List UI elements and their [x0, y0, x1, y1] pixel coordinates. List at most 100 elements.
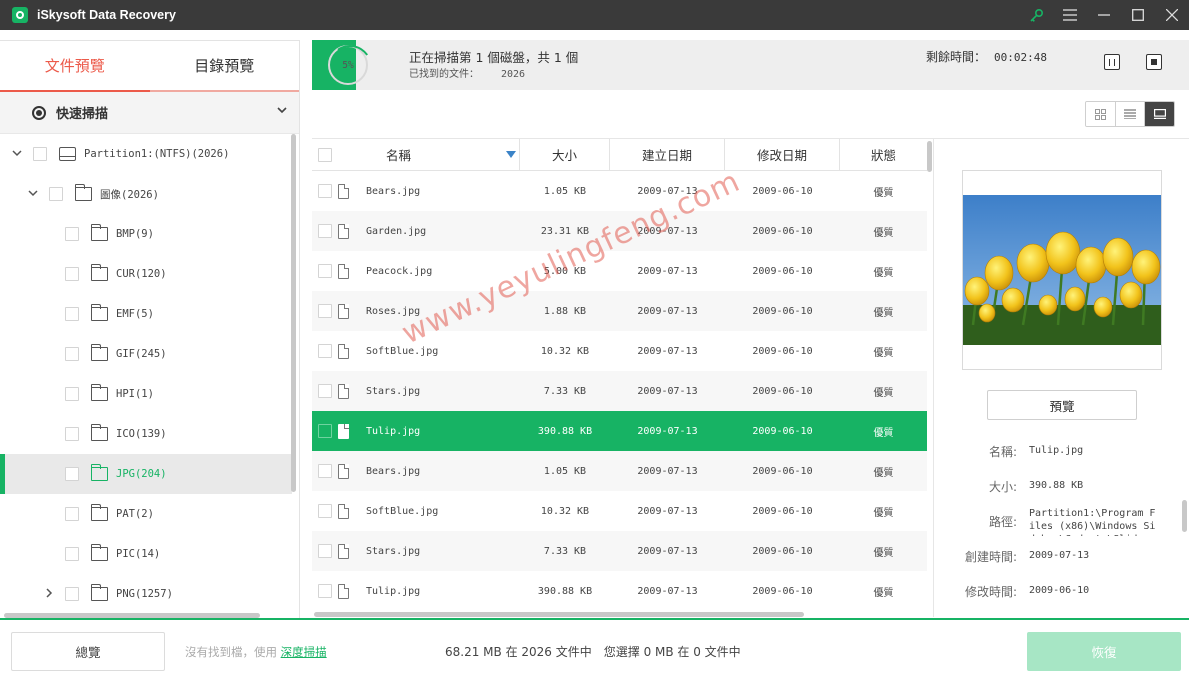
tree-item-checkbox[interactable] [65, 227, 79, 241]
row-checkbox[interactable] [318, 544, 332, 558]
tree-item[interactable]: HPI(1) [0, 374, 292, 414]
table-vertical-scrollbar[interactable] [927, 141, 932, 172]
found-files: 已找到的文件： 2026 [409, 65, 525, 80]
tree-item-checkbox[interactable] [65, 267, 79, 281]
tree-item[interactable]: PIC(14) [0, 534, 292, 574]
tree-item-label: PNG(1257) [116, 588, 173, 600]
detail-view-icon[interactable] [1145, 102, 1174, 126]
table-row[interactable]: Bears.jpg 1.05 KB 2009-07-13 2009-06-10 優質 [312, 171, 927, 211]
table-row[interactable]: Garden.jpg 23.31 KB 2009-07-13 2009-06-10 優質 [312, 211, 927, 251]
tree-item[interactable]: JPG(204) [0, 454, 292, 494]
file-name: Bears.jpg [366, 185, 421, 197]
scan-mode-icon [32, 105, 46, 120]
maximize-icon[interactable] [1121, 0, 1155, 30]
table-horizontal-scrollbar[interactable] [314, 612, 804, 617]
list-view-icon[interactable] [1115, 102, 1146, 126]
tree-item-checkbox[interactable] [49, 187, 63, 201]
tree-item[interactable]: Partition1:(NTFS)(2026) [0, 134, 292, 174]
folder-icon [91, 464, 108, 481]
tree-item-checkbox[interactable] [65, 467, 79, 481]
row-checkbox[interactable] [318, 424, 332, 438]
tree-item[interactable]: CUR(120) [0, 254, 292, 294]
folder-icon [91, 584, 108, 601]
row-checkbox-cell [312, 571, 338, 611]
bottom-bar: 總覽 沒有找到檔，使用 深度掃描 68.21 MB 在 2026 文件中 您選擇 … [0, 618, 1189, 681]
sort-desc-icon[interactable] [506, 150, 516, 158]
tree-item[interactable]: BMP(9) [0, 214, 292, 254]
recover-button[interactable]: 恢復 [1027, 632, 1181, 671]
tree-item-checkbox[interactable] [65, 387, 79, 401]
tree-item[interactable]: PAT(2) [0, 494, 292, 534]
tree-item[interactable]: 圖像(2026) [0, 174, 292, 214]
tree-item-checkbox[interactable] [65, 427, 79, 441]
scan-status-bar: 5% 正在掃描第 1 個磁盤，共 1 個 已找到的文件： 2026 剩餘時間： 00… [312, 40, 1189, 90]
tree-item-checkbox[interactable] [65, 307, 79, 321]
tree-item-checkbox[interactable] [65, 507, 79, 521]
table-row[interactable]: Stars.jpg 7.33 KB 2009-07-13 2009-06-10 優質 [312, 531, 927, 571]
table-row[interactable]: Bears.jpg 1.05 KB 2009-07-13 2009-06-10 優質 [312, 451, 927, 491]
row-checkbox[interactable] [318, 504, 332, 518]
column-created[interactable]: 建立日期 [610, 139, 725, 171]
view-mode-toggle [1085, 101, 1175, 127]
file-name: SoftBlue.jpg [366, 345, 439, 357]
tree-item[interactable]: GIF(245) [0, 334, 292, 374]
chevron-down-icon[interactable] [277, 104, 287, 119]
close-icon[interactable] [1155, 0, 1189, 30]
row-checkbox[interactable] [318, 304, 332, 318]
row-checkbox[interactable] [318, 264, 332, 278]
chevron-down-icon[interactable] [10, 148, 24, 161]
select-all-checkbox[interactable] [312, 139, 338, 171]
row-checkbox[interactable] [318, 184, 332, 198]
row-checkbox[interactable] [318, 384, 332, 398]
file-icon [338, 583, 349, 599]
tree-item-checkbox[interactable] [33, 147, 47, 161]
column-name[interactable]: 名稱 [338, 139, 520, 171]
table-row[interactable]: Roses.jpg 1.88 KB 2009-07-13 2009-06-10 優質 [312, 291, 927, 331]
deep-scan-link[interactable]: 深度掃描 [281, 645, 327, 659]
table-row[interactable]: SoftBlue.jpg 10.32 KB 2009-07-13 2009-06-10… [312, 331, 927, 371]
tab-file-preview[interactable]: 文件預覽 [0, 41, 150, 92]
row-checkbox[interactable] [318, 464, 332, 478]
table-row[interactable]: Tulip.jpg 390.88 KB 2009-07-13 2009-06-10 優質 [312, 411, 927, 451]
table-row[interactable]: Stars.jpg 7.33 KB 2009-07-13 2009-06-10 優質 [312, 371, 927, 411]
preview-button[interactable]: 預覽 [987, 390, 1137, 420]
key-icon[interactable] [1019, 0, 1053, 30]
preview-vertical-scrollbar[interactable] [1182, 500, 1187, 532]
column-status[interactable]: 狀態 [840, 139, 927, 171]
info-created-value: 2009-07-13 [1029, 550, 1090, 561]
row-checkbox-cell [312, 531, 338, 571]
info-name-value: Tulip.jpg [1029, 445, 1084, 456]
overview-button[interactable]: 總覽 [11, 632, 165, 671]
grid-view-icon[interactable] [1086, 102, 1116, 126]
column-modified[interactable]: 修改日期 [725, 139, 840, 171]
tab-directory-preview[interactable]: 目錄預覽 [150, 41, 300, 90]
row-checkbox[interactable] [318, 224, 332, 238]
file-status: 優質 [873, 507, 894, 519]
tree-item[interactable]: EMF(5) [0, 294, 292, 334]
row-checkbox[interactable] [318, 344, 332, 358]
tree-item[interactable]: ICO(139) [0, 414, 292, 454]
modified-date: 2009-06-10 [752, 545, 813, 557]
stop-button[interactable] [1146, 54, 1162, 70]
tree-item[interactable]: PNG(1257) [0, 574, 292, 614]
file-size: 7.33 KB [543, 545, 587, 557]
chevron-down-icon[interactable] [26, 188, 40, 201]
scan-mode-selector[interactable]: 快速掃描 [0, 92, 299, 134]
row-checkbox[interactable] [318, 584, 332, 598]
tree-item-label: GIF(245) [116, 348, 167, 360]
app-title: iSkysoft Data Recovery [37, 8, 176, 22]
tree-item-checkbox[interactable] [65, 547, 79, 561]
chevron-right-icon[interactable] [42, 587, 56, 601]
table-row[interactable]: SoftBlue.jpg 10.32 KB 2009-07-13 2009-06-10… [312, 491, 927, 531]
column-size[interactable]: 大小 [520, 139, 610, 171]
tree-vertical-scrollbar[interactable] [291, 134, 296, 492]
minimize-icon[interactable] [1087, 0, 1121, 30]
remaining-time: 剩餘時間： 00:02:48 [926, 48, 1047, 65]
tree-item-checkbox[interactable] [65, 347, 79, 361]
menu-icon[interactable] [1053, 0, 1087, 30]
tulip-image [963, 195, 1161, 345]
table-row[interactable]: Tulip.jpg 390.88 KB 2009-07-13 2009-06-10 優質 [312, 571, 927, 611]
tree-item-checkbox[interactable] [65, 587, 79, 601]
pause-button[interactable] [1104, 54, 1120, 70]
table-row[interactable]: Peacock.jpg 5.00 KB 2009-07-13 2009-06-10 優質 [312, 251, 927, 291]
